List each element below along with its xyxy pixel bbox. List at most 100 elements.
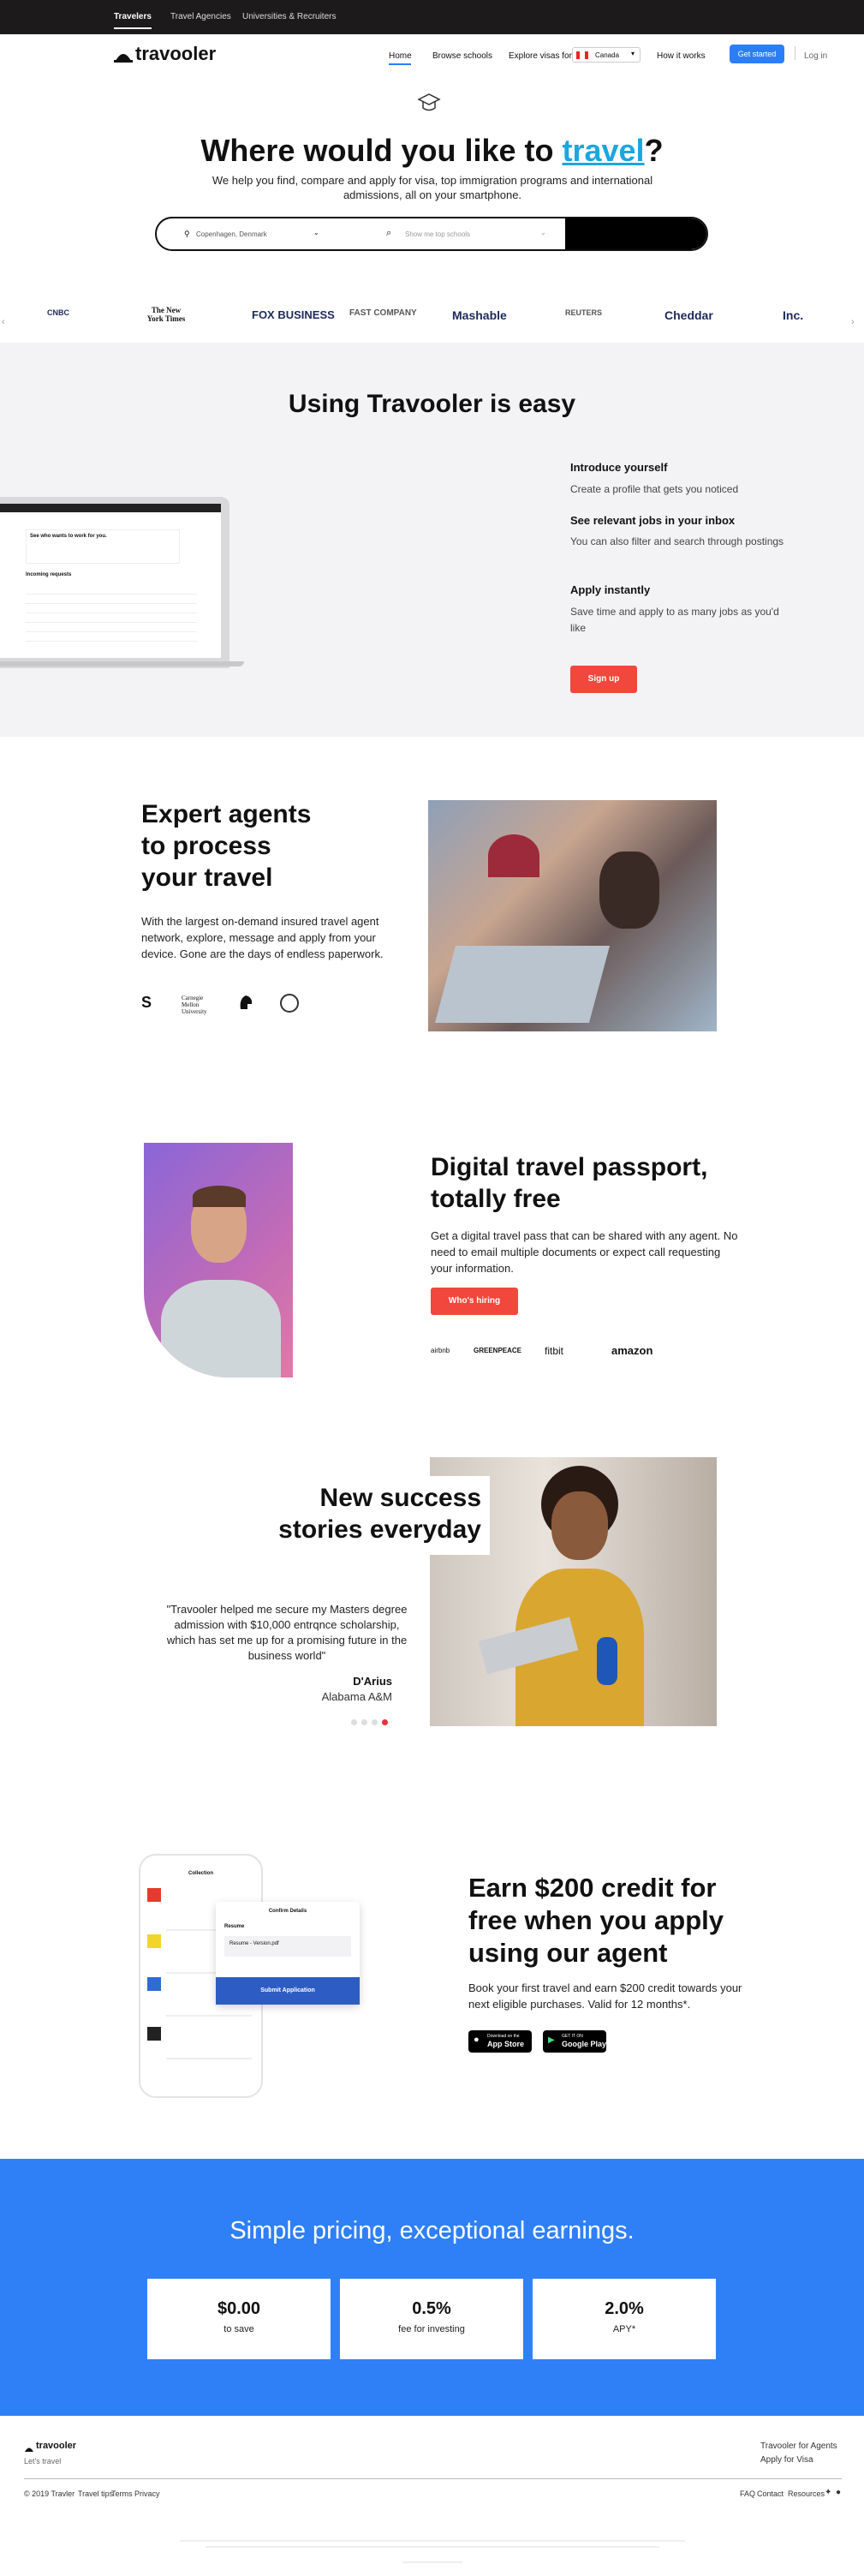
students-laptop-photo xyxy=(428,800,717,1031)
get-started-button[interactable]: Get started xyxy=(730,45,784,63)
chevron-down-icon: ▾ xyxy=(631,50,635,57)
testimonial-quote: "Travooler helped me secure my Masters d… xyxy=(166,1603,408,1662)
partner-logo-cmu: Carnegie Mellon University xyxy=(182,995,207,1015)
active-tab-underline xyxy=(114,27,152,29)
logo[interactable]: travooler xyxy=(135,43,216,65)
footer-link-visa[interactable]: Apply for Visa xyxy=(760,2455,813,2465)
carousel-dot-active[interactable] xyxy=(382,1719,388,1725)
passport-desc: Get a digital travel pass that can be sh… xyxy=(431,1229,738,1275)
tab-travelers[interactable]: Travelers xyxy=(114,12,152,21)
facebook-icon[interactable]: ● xyxy=(836,2488,841,2497)
press-logo-inc: Inc. xyxy=(783,308,804,322)
nav-home[interactable]: Home xyxy=(389,51,412,61)
login-link[interactable]: Log in xyxy=(804,51,827,61)
search-bar: ⚲ Copenhagen, Denmark ⌄ ⌕ Show me top sc… xyxy=(155,217,708,251)
press-logo-cnbc: CNBC xyxy=(47,308,69,317)
press-logo-cheddar: Cheddar xyxy=(664,308,713,322)
google-play-small: GET IT ON xyxy=(562,2034,583,2039)
easy-title: Using Travooler is easy xyxy=(288,390,576,418)
step-1-title: Introduce yourself xyxy=(570,461,668,474)
portrait-photo xyxy=(144,1143,293,1378)
agents-title: Expert agents to process your travel xyxy=(141,800,312,892)
mockup-section: Incoming requests xyxy=(26,572,72,577)
search-button[interactable] xyxy=(565,218,706,249)
modal-title: Confirm Details xyxy=(268,1909,307,1914)
footer-link-resources[interactable]: Resources xyxy=(788,2489,825,2498)
partner-logo-spartan xyxy=(237,994,254,1011)
credit-title: Earn $200 credit for free when you apply u… xyxy=(468,1873,724,1968)
country-select[interactable]: Canada ▾ xyxy=(572,47,641,63)
submit-application-button[interactable]: Submit Application xyxy=(216,1977,360,2005)
tab-universities[interactable]: Universities & Recruiters xyxy=(242,12,336,21)
app-store-badge[interactable]: ● Download on the App Store xyxy=(468,2030,532,2053)
footer-link-contact[interactable]: Contact xyxy=(757,2489,784,2498)
carousel-prev-icon[interactable]: ‹ xyxy=(2,317,5,327)
footer-tagline: Let's travel xyxy=(24,2457,62,2465)
footer-link-agents[interactable]: Travooler for Agents xyxy=(760,2442,837,2451)
play-icon: ▶ xyxy=(548,2035,555,2045)
press-logo-fox: FOX BUSINESS xyxy=(252,308,335,321)
press-logo-nyt: The New York Times xyxy=(146,306,186,323)
search-icon: ⌕ xyxy=(386,228,392,238)
location-input[interactable]: Copenhagen, Denmark xyxy=(196,230,267,238)
footer-link-terms[interactable]: Terms xyxy=(111,2489,133,2498)
step-1-desc: Create a profile that gets you noticed xyxy=(570,483,739,495)
footer-link-travel-tips[interactable]: Travel tips xyxy=(78,2489,113,2498)
press-logo-reuters: REUTERS xyxy=(565,308,603,317)
tab-travel-agencies[interactable]: Travel Agencies xyxy=(170,12,231,21)
app-store-label: App Store xyxy=(487,2040,525,2048)
modal-resume-label: Resume xyxy=(224,1924,245,1929)
confirm-modal: Confirm Details Resume Resume - Version.… xyxy=(216,1902,360,2005)
footer-fineprint-line-3 xyxy=(402,2561,462,2563)
footer-link-privacy[interactable]: Privacy xyxy=(134,2489,160,2498)
step-3-desc: Save time and apply to as many jobs as y… xyxy=(570,606,779,634)
carousel-next-icon[interactable]: › xyxy=(851,317,855,327)
footer-copyright: © 2019 Travler xyxy=(24,2489,75,2498)
pricing-card-fee: 0.5% fee for investing xyxy=(340,2279,523,2359)
pricing-card-apy: 2.0% APY* xyxy=(533,2279,716,2359)
passport-title: Digital travel passport, totally free xyxy=(431,1153,708,1213)
carousel-dot-1[interactable] xyxy=(351,1719,357,1725)
travel-link[interactable]: travel xyxy=(562,133,644,168)
nav-browse-schools[interactable]: Browse schools xyxy=(432,51,492,61)
modal-file[interactable]: Resume - Version.pdf xyxy=(224,1936,351,1957)
testimonial-school: Alabama A&M xyxy=(321,1690,392,1703)
partner-logo-s: S xyxy=(141,994,152,1011)
partner-logo-fitbit: fitbit xyxy=(545,1345,564,1357)
twitter-icon[interactable]: ✦ xyxy=(825,2488,831,2497)
whos-hiring-button[interactable]: Who's hiring xyxy=(431,1288,518,1315)
search-input[interactable]: Show me top schools xyxy=(405,230,470,238)
laptop-mockup: See who wants to work for you. Incoming … xyxy=(0,497,244,668)
country-label: Canada xyxy=(595,51,620,59)
footer-logo-icon xyxy=(24,2442,34,2452)
pricing-card-save: $0.00 to save xyxy=(147,2279,331,2359)
app-store-small: Download on the xyxy=(487,2034,520,2039)
chevron-down-icon: ⌄ xyxy=(540,229,546,236)
credit-desc: Book your first travel and earn $200 cre… xyxy=(468,1981,742,2011)
partner-logo-amazon: amazon xyxy=(611,1344,653,1357)
sign-up-button[interactable]: Sign up xyxy=(570,666,637,693)
carousel-dot-2[interactable] xyxy=(361,1719,367,1725)
carousel-dot-3[interactable] xyxy=(372,1719,378,1725)
google-play-badge[interactable]: ▶ GET IT ON Google Play xyxy=(543,2030,606,2053)
hero-subtitle: We help you find, compare and apply for … xyxy=(212,174,653,201)
press-logo-fastcompany: FAST COMPANY xyxy=(349,308,417,318)
flag-icon xyxy=(576,51,588,59)
step-2-title: See relevant jobs in your inbox xyxy=(570,514,736,527)
nav-active-indicator xyxy=(389,63,411,65)
pricing-title: Simple pricing, exceptional earnings. xyxy=(229,2217,635,2244)
footer-link-faq[interactable]: FAQ xyxy=(740,2489,755,2498)
google-play-label: Google Play xyxy=(562,2040,607,2048)
footer-divider xyxy=(24,2478,842,2479)
location-pin-icon: ⚲ xyxy=(184,230,190,238)
mockup-headline: See who wants to work for you. xyxy=(26,529,180,564)
hero-title: Where would you like to travel? xyxy=(200,133,664,168)
nav-how-it-works[interactable]: How it works xyxy=(657,51,706,61)
agents-desc: With the largest on-demand insured trave… xyxy=(141,915,384,960)
logo-icon xyxy=(114,47,133,63)
press-logo-mashable: Mashable xyxy=(452,308,507,322)
footer-logo[interactable]: travooler xyxy=(36,2441,76,2451)
phone-title: Collection xyxy=(188,1871,213,1876)
nav-explore-visas[interactable]: Explore visas for xyxy=(509,51,572,61)
footer-fineprint-line-1 xyxy=(180,2540,685,2542)
